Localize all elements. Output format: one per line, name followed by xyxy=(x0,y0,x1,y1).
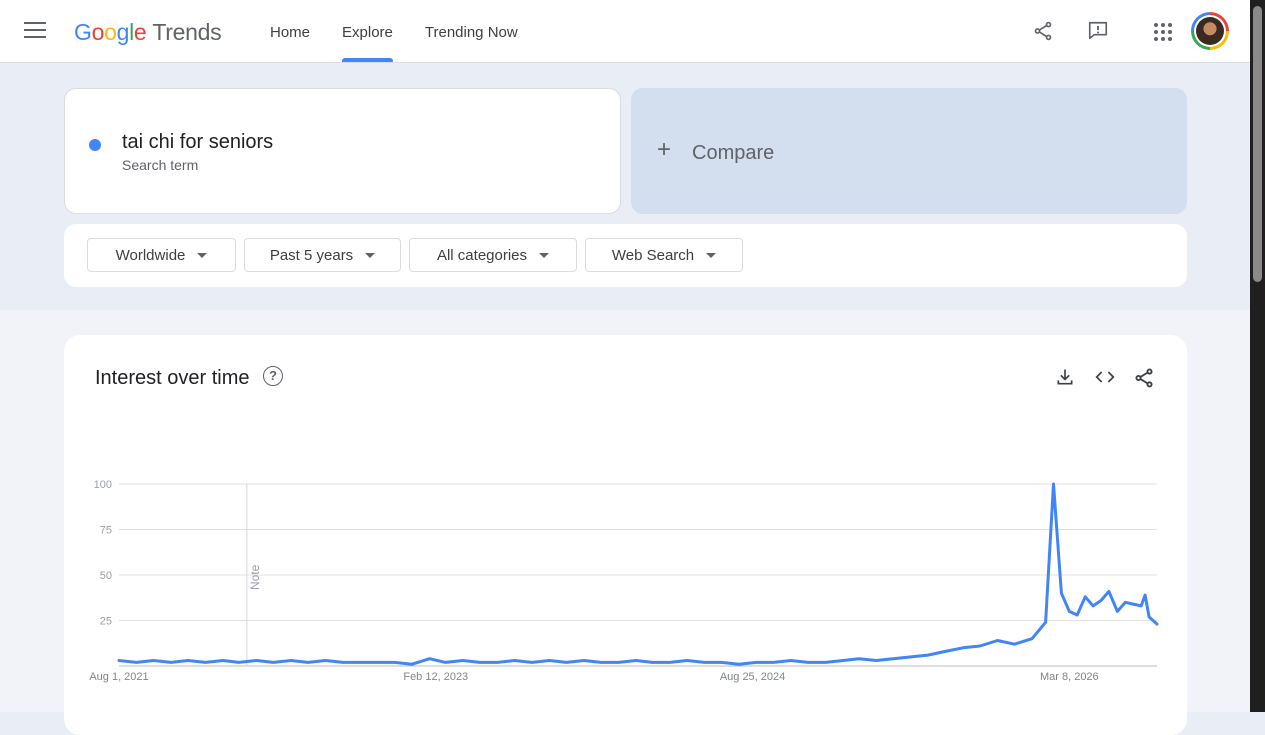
category-value: All categories xyxy=(436,246,528,264)
top-app-bar: Google Trends Home Explore Trending Now xyxy=(0,0,1250,63)
scrollbar-thumb[interactable] xyxy=(1253,6,1262,282)
search-property-dropdown[interactable]: Web Search xyxy=(585,238,743,272)
search-term-type: Search term xyxy=(122,157,199,173)
dropdown-arrow-icon xyxy=(706,252,717,258)
logo-letter: e xyxy=(133,19,147,45)
logo-letter: g xyxy=(116,19,130,45)
y-tick-label: 100 xyxy=(94,479,112,491)
google-trends-logo[interactable]: Google Trends xyxy=(74,19,222,46)
logo-letter: G xyxy=(74,19,92,45)
period-dropdown[interactable]: Past 5 years xyxy=(244,238,401,272)
filter-bar: Worldwide Past 5 years All categories We… xyxy=(64,224,1187,287)
dropdown-arrow-icon xyxy=(197,252,208,258)
logo-letter: o xyxy=(104,19,117,45)
x-tick-label: Aug 1, 2021 xyxy=(89,671,148,683)
menu-icon[interactable] xyxy=(24,22,46,40)
y-tick-label: 75 xyxy=(100,525,112,537)
nav-tab-home[interactable]: Home xyxy=(270,0,310,62)
search-term-card[interactable]: tai chi for seniors Search term xyxy=(64,88,621,214)
x-tick-label: Feb 12, 2023 xyxy=(403,671,468,683)
logo-letter: o xyxy=(91,19,105,45)
apps-grid-icon[interactable] xyxy=(1153,22,1173,42)
term-color-dot xyxy=(89,139,101,151)
main-nav: Home Explore Trending Now xyxy=(270,0,550,62)
search-term-text[interactable]: tai chi for seniors xyxy=(122,131,273,154)
dropdown-arrow-icon xyxy=(539,252,550,258)
x-tick-label: Aug 25, 2024 xyxy=(720,671,785,683)
interest-line-chart: 25 50 75 100 Note Aug 1, 2021 Feb 12, 2023 Aug … xyxy=(89,479,1159,683)
vertical-scrollbar[interactable] xyxy=(1250,0,1265,712)
google-wordmark: Google xyxy=(74,19,147,45)
period-value: Past 5 years xyxy=(269,246,354,264)
region-value: Worldwide xyxy=(115,246,186,264)
dropdown-arrow-icon xyxy=(365,252,376,258)
y-tick-label: 25 xyxy=(100,616,112,628)
account-avatar[interactable] xyxy=(1191,12,1229,50)
category-dropdown[interactable]: All categories xyxy=(409,238,577,272)
feedback-icon[interactable] xyxy=(1087,20,1109,42)
interest-over-time-card: Interest over time ? 25 50 75 100 Note Aug 1,… xyxy=(64,335,1187,735)
series-line xyxy=(117,482,1159,666)
y-tick-label: 50 xyxy=(100,570,112,582)
compare-button[interactable]: + Compare xyxy=(631,88,1187,214)
share-icon[interactable] xyxy=(1032,20,1054,42)
property-value: Web Search xyxy=(611,246,695,264)
plus-icon: + xyxy=(657,136,672,163)
compare-label: Compare xyxy=(692,142,775,164)
x-tick-label: Mar 8, 2026 xyxy=(1040,671,1099,683)
nav-tab-trending-now[interactable]: Trending Now xyxy=(425,0,518,62)
note-label: Note xyxy=(248,564,262,590)
nav-tab-explore[interactable]: Explore xyxy=(342,0,393,62)
region-dropdown[interactable]: Worldwide xyxy=(87,238,236,272)
logo-suffix: Trends xyxy=(152,19,222,45)
